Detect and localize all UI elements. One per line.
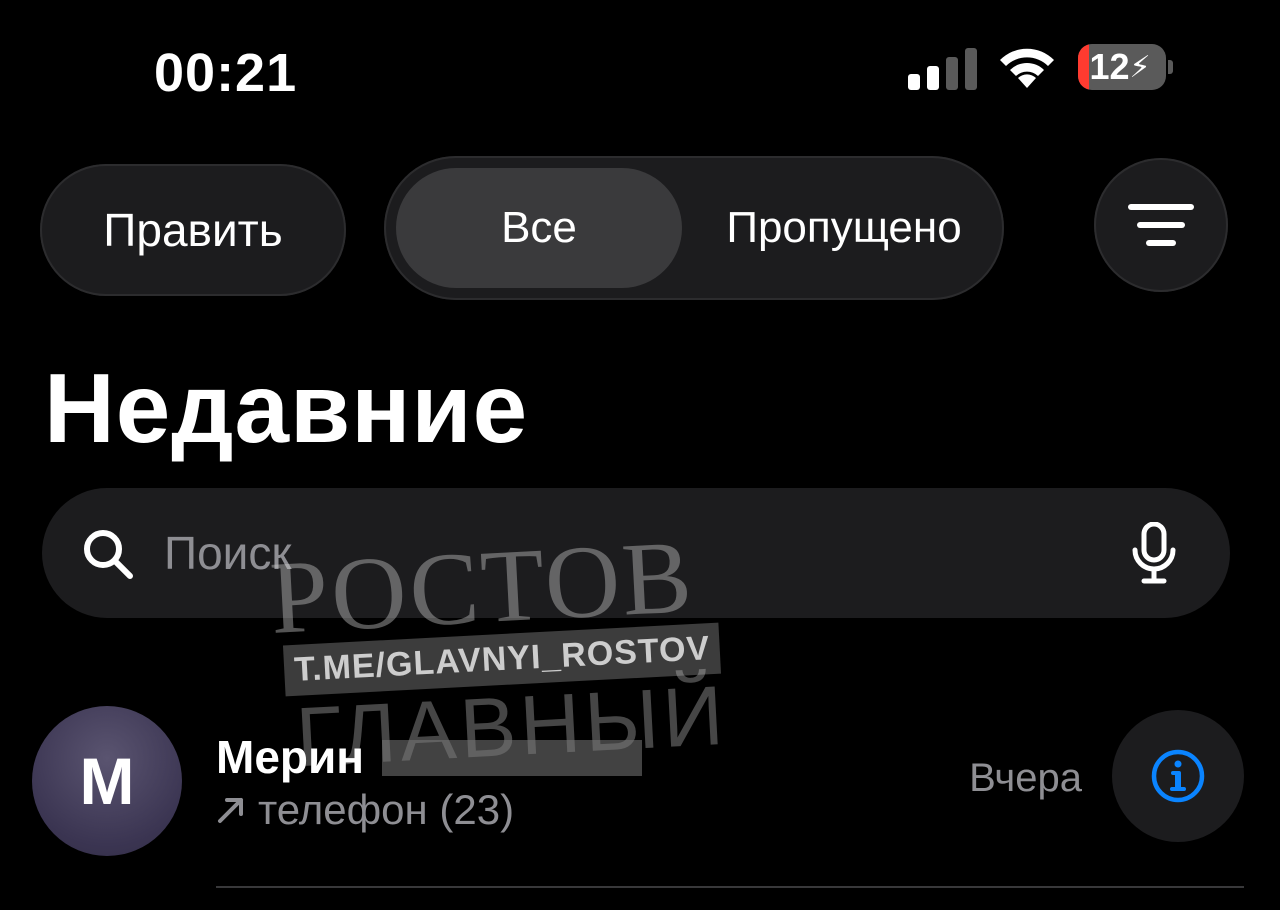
filter-button[interactable] xyxy=(1094,158,1228,292)
call-time: Вчера xyxy=(969,756,1082,800)
search-icon xyxy=(84,530,133,579)
cellular-signal-icon xyxy=(908,48,977,90)
watermark-url: T.ME/GLAVNYI_ROSTOV xyxy=(282,622,722,697)
info-button[interactable] xyxy=(1112,710,1244,842)
info-icon xyxy=(1151,749,1205,803)
contact-name[interactable]: Мерин xyxy=(216,730,364,784)
outgoing-arrow-icon xyxy=(218,798,243,823)
edit-button[interactable]: Править xyxy=(40,164,346,296)
segment-missed[interactable]: Пропущено xyxy=(694,168,994,288)
page-title: Недавние xyxy=(44,353,529,463)
filter-lines-icon xyxy=(1128,204,1194,246)
name-redaction-overlay xyxy=(382,740,642,776)
battery-cap xyxy=(1168,60,1173,74)
search-input[interactable] xyxy=(164,516,1064,590)
wifi-icon xyxy=(1000,48,1054,88)
avatar[interactable]: M xyxy=(32,706,182,856)
call-detail-text: телефон (23) xyxy=(258,786,515,833)
search-bar[interactable] xyxy=(42,488,1230,618)
phone-recents-screen: 00:21 12 ⚡ Править Все Пропущено Недавние xyxy=(0,0,1280,910)
status-time: 00:21 xyxy=(154,43,298,103)
microphone-icon[interactable] xyxy=(1132,522,1176,584)
call-detail: телефон (23) xyxy=(216,786,514,834)
segment-all[interactable]: Все xyxy=(396,168,682,288)
recents-filter-segmented-control: Все Пропущено xyxy=(384,156,1004,300)
battery-level-text: 12 ⚡ xyxy=(1089,46,1151,87)
row-divider xyxy=(216,886,1244,888)
battery-charging-icon: 12 ⚡ xyxy=(1078,44,1166,90)
